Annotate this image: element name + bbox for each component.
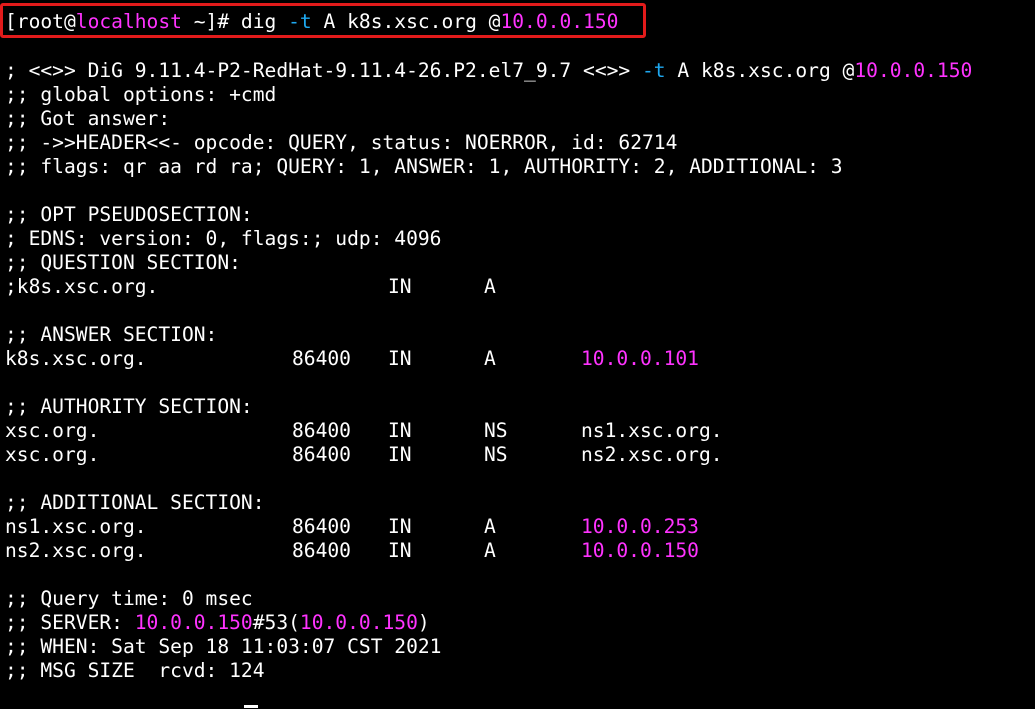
record-name: ns2.xsc.org.: [5, 539, 147, 562]
record-data: 10.0.0.253: [581, 515, 699, 538]
record-class: IN: [388, 275, 412, 298]
edns-line: ; EDNS: version: 0, flags:; udp: 4096: [5, 227, 442, 250]
prompt-host: localhost: [75, 10, 182, 33]
record-name: xsc.org.: [5, 419, 100, 442]
global-options: ;; global options: +cmd: [5, 83, 277, 106]
dig-banner: ; <<>> DiG 9.11.4-P2-RedHat-9.11.4-26.P2…: [5, 59, 972, 83]
server-line: ;; SERVER: 10.0.0.150#53(10.0.0.150): [5, 611, 430, 635]
record-name: xsc.org.: [5, 443, 100, 466]
record-data: ns1.xsc.org.: [581, 419, 723, 442]
banner-server: 10.0.0.150: [854, 59, 973, 82]
record-name: ;k8s.xsc.org.: [5, 275, 159, 298]
query-time: ;; Query time: 0 msec: [5, 587, 253, 610]
flags-line: ;; flags: qr aa rd ra; QUERY: 1, ANSWER:…: [5, 155, 843, 178]
record-ttl: 86400: [292, 419, 351, 442]
server-ip: 10.0.0.150: [134, 611, 253, 634]
record-type: A: [484, 347, 496, 370]
record-type: NS: [484, 443, 508, 466]
command-args: A k8s.xsc.org @: [311, 10, 501, 33]
header-line: ;; ->>HEADER<<- opcode: QUERY, status: N…: [5, 131, 678, 154]
server-close: ): [417, 611, 430, 634]
command-flag: -t: [288, 10, 312, 33]
record-name: ns1.xsc.org.: [5, 515, 147, 538]
question-section-title: ;; QUESTION SECTION:: [5, 251, 241, 274]
prompt-open: [root@: [5, 10, 76, 33]
authority-section-title: ;; AUTHORITY SECTION:: [5, 395, 253, 418]
when-line: ;; WHEN: Sat Sep 18 11:03:07 CST 2021: [5, 635, 442, 658]
record-ttl: 86400: [292, 443, 351, 466]
record-type: A: [484, 539, 496, 562]
banner-text: ; <<>> DiG 9.11.4-P2-RedHat-9.11.4-26.P2…: [5, 59, 643, 82]
record-class: IN: [388, 539, 412, 562]
record-ttl: 86400: [292, 539, 351, 562]
command-server: 10.0.0.150: [500, 10, 619, 33]
prompt-rest: ~]# dig: [181, 10, 289, 33]
text-cursor: [244, 705, 258, 708]
record-ttl: 86400: [292, 515, 351, 538]
record-type: NS: [484, 419, 508, 442]
got-answer: ;; Got answer:: [5, 107, 171, 130]
record-class: IN: [388, 347, 412, 370]
server-port: #53(: [252, 611, 300, 634]
terminal-window[interactable]: [root@localhost ~]# dig -t A k8s.xsc.org…: [0, 0, 1035, 709]
answer-section-title: ;; ANSWER SECTION:: [5, 323, 218, 346]
record-class: IN: [388, 515, 412, 538]
msg-size-line: ;; MSG SIZE rcvd: 124: [5, 659, 265, 682]
record-ttl: 86400: [292, 347, 351, 370]
server-ip-repeat: 10.0.0.150: [299, 611, 418, 634]
record-type: A: [484, 515, 496, 538]
record-data: 10.0.0.101: [581, 347, 699, 370]
server-label: ;; SERVER:: [5, 611, 135, 634]
additional-section-title: ;; ADDITIONAL SECTION:: [5, 491, 265, 514]
record-class: IN: [388, 443, 412, 466]
record-class: IN: [388, 419, 412, 442]
record-type: A: [484, 275, 496, 298]
record-data: 10.0.0.150: [581, 539, 699, 562]
record-data: ns2.xsc.org.: [581, 443, 723, 466]
opt-section-title: ;; OPT PSEUDOSECTION:: [5, 203, 253, 226]
banner-args: A k8s.xsc.org @: [665, 59, 855, 82]
command-line: [root@localhost ~]# dig -t A k8s.xsc.org…: [5, 10, 618, 34]
record-name: k8s.xsc.org.: [5, 347, 147, 370]
banner-flag: -t: [642, 59, 666, 82]
